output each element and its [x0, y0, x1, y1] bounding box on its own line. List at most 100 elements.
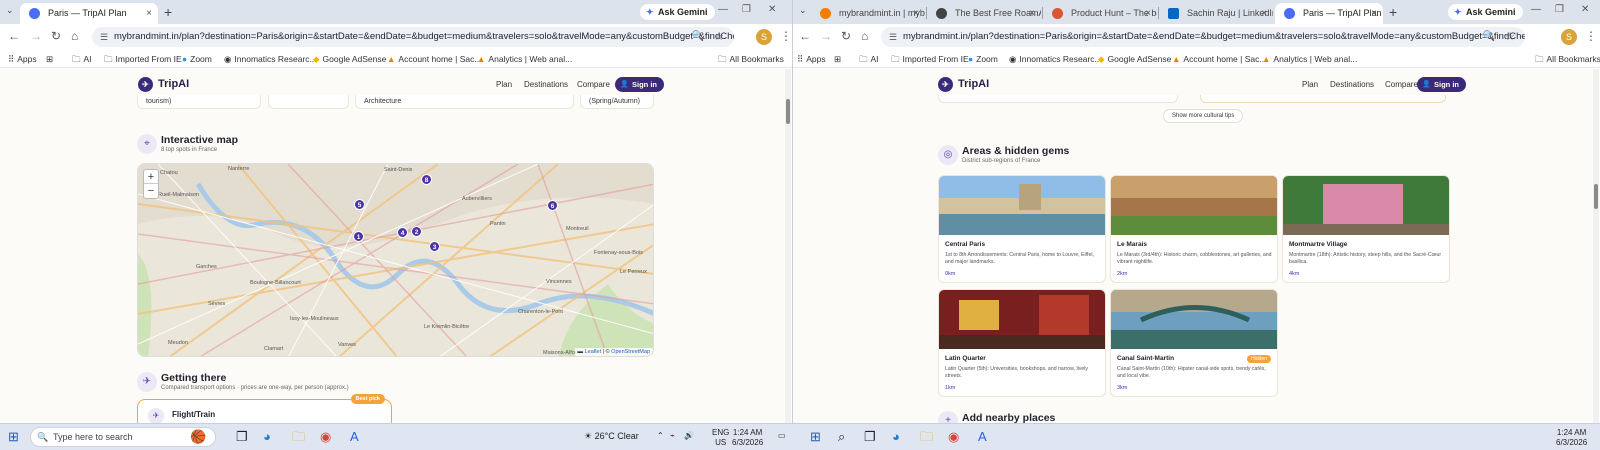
chrome-icon[interactable]: ◉: [948, 428, 959, 446]
file-explorer-icon[interactable]: 🗀: [920, 428, 933, 446]
task-view-icon[interactable]: ❐: [864, 428, 876, 446]
new-tab-button[interactable]: +: [1389, 3, 1397, 21]
area-card[interactable]: Hidden Canal Saint-Martin Canal Saint-Ma…: [1110, 289, 1278, 397]
nav-plan[interactable]: Plan: [1302, 80, 1318, 89]
area-card[interactable]: Montmartre Village Montmartre (18th): Ar…: [1282, 175, 1450, 283]
profile-avatar[interactable]: S: [1561, 29, 1577, 45]
interactive-map[interactable]: Nanterre Chatou Rueil-Malmaison Garches …: [137, 163, 654, 357]
tab-roamar[interactable]: The Best Free RoamAr ×: [927, 3, 1041, 24]
transport-card[interactable]: Best pick ✈ Flight/Train: [137, 394, 392, 423]
basketball-icon[interactable]: 🏀: [190, 428, 206, 446]
leaflet-link[interactable]: Leaflet: [585, 349, 602, 355]
bookmark-analytics[interactable]: ▲ Analytics | Web anal...: [477, 52, 572, 66]
page-scrollbar[interactable]: [1593, 69, 1599, 423]
tab-product-hunt[interactable]: Product Hunt – The be ×: [1043, 3, 1157, 24]
close-tab-icon[interactable]: ×: [1029, 3, 1035, 24]
bookmark-innomatics[interactable]: ◉ Innomatics Researc...: [1009, 52, 1102, 66]
close-tab-icon[interactable]: ×: [1261, 3, 1267, 24]
tray-chevron-icon[interactable]: ⌃: [657, 431, 664, 441]
browser-menu-button[interactable]: ⋮: [780, 29, 792, 43]
tab-mybrandmint[interactable]: mybrandmint.in | myb ×: [811, 3, 925, 24]
clock[interactable]: 1:24 AM 6/3/2026: [732, 428, 763, 448]
area-card[interactable]: Latin Quarter Latin Quarter (5th): Unive…: [938, 289, 1106, 397]
map-marker[interactable]: 2: [411, 226, 422, 237]
page-scrollbar[interactable]: [785, 69, 791, 423]
scrollbar-thumb[interactable]: [786, 99, 790, 124]
site-settings-icon[interactable]: ☰: [100, 27, 108, 47]
browser-menu-button[interactable]: ⋮: [1585, 29, 1597, 43]
zoom-icon[interactable]: 🔍: [1483, 27, 1495, 47]
tab-search-icon[interactable]: ⌄: [6, 5, 14, 16]
address-bar[interactable]: ☰ mybrandmint.in/plan?destination=Paris&…: [881, 27, 1525, 47]
nav-destinations[interactable]: Destinations: [1330, 80, 1374, 89]
restore-button[interactable]: ❐: [1555, 4, 1564, 15]
tab-tripai-plan[interactable]: Paris — TripAI Plan ×: [1275, 3, 1383, 24]
bookmark-ai[interactable]: 🗀 AI: [859, 52, 879, 66]
bookmark-analytics[interactable]: ▲ Analytics | Web anal...: [1262, 52, 1357, 66]
sign-in-button[interactable]: Sign in: [615, 77, 664, 92]
minimize-button[interactable]: —: [1531, 4, 1541, 15]
bookmarks-grid-icon[interactable]: ⊞: [834, 52, 841, 66]
close-tab-icon[interactable]: ×: [1371, 3, 1377, 24]
app-a-icon[interactable]: A: [978, 428, 987, 446]
bookmark-apps[interactable]: ⠿ Apps: [797, 52, 826, 66]
address-bar[interactable]: ☰ mybrandmint.in/plan?destination=Paris&…: [92, 27, 734, 47]
map-marker[interactable]: 1: [353, 231, 364, 242]
edge-icon[interactable]: ◕: [892, 428, 900, 446]
notification-icon[interactable]: ▭: [778, 431, 786, 441]
app-a-icon[interactable]: A: [350, 428, 359, 446]
area-card[interactable]: Le Marais Le Marais (3rd/4th): Historic …: [1110, 175, 1278, 283]
close-window-button[interactable]: ✕: [768, 4, 776, 15]
bookmark-zoom[interactable]: ● Zoom: [182, 52, 212, 66]
map-marker[interactable]: 4: [397, 227, 408, 238]
back-button[interactable]: ←: [8, 29, 20, 43]
map-marker[interactable]: 6: [547, 200, 558, 211]
map-marker[interactable]: 5: [354, 199, 365, 210]
bookmarks-grid-icon[interactable]: ⊞: [46, 52, 53, 66]
start-button[interactable]: ⊞: [8, 428, 19, 446]
reload-button[interactable]: ↻: [51, 29, 61, 43]
forward-button[interactable]: →: [30, 29, 42, 43]
taskbar-search[interactable]: Type here to search: [30, 427, 216, 447]
network-icon[interactable]: ⌁: [670, 431, 675, 441]
ask-gemini-button[interactable]: Ask Gemini: [640, 4, 715, 20]
bookmark-adsense[interactable]: ◆ Google AdSense: [313, 52, 386, 66]
bookmark-zoom[interactable]: ● Zoom: [968, 52, 998, 66]
scrollbar-thumb[interactable]: [1594, 184, 1598, 209]
minimize-button[interactable]: —: [718, 4, 728, 15]
zoom-in-button[interactable]: +: [144, 170, 158, 184]
close-window-button[interactable]: ✕: [1581, 4, 1589, 15]
tripai-logo[interactable]: ✈ TripAI: [938, 77, 989, 92]
task-view-icon[interactable]: ❐: [236, 428, 248, 446]
restore-button[interactable]: ❐: [742, 4, 751, 15]
file-explorer-icon[interactable]: 🗀: [292, 428, 305, 446]
profile-avatar[interactable]: S: [756, 29, 772, 45]
bookmark-account-home[interactable]: ▲ Account home | Sac...: [387, 52, 481, 66]
search-icon[interactable]: ⌕: [838, 428, 845, 446]
bookmark-imported[interactable]: 🗀 Imported From IE: [104, 52, 182, 66]
tab-tripai-plan[interactable]: Paris — TripAI Plan ×: [20, 3, 158, 24]
zoom-out-button[interactable]: −: [144, 184, 158, 198]
home-button[interactable]: ⌂: [71, 29, 78, 43]
close-tab-icon[interactable]: ×: [146, 3, 152, 24]
back-button[interactable]: ←: [799, 29, 811, 43]
volume-icon[interactable]: 🔊: [684, 431, 694, 441]
map-marker[interactable]: 8: [421, 174, 432, 185]
weather-widget[interactable]: ☀ 26°C Clear: [584, 431, 639, 441]
bookmark-star-icon[interactable]: ☆: [1505, 27, 1515, 47]
bookmark-apps[interactable]: ⠿ Apps: [8, 52, 37, 66]
ask-gemini-button[interactable]: Ask Gemini: [1448, 4, 1523, 20]
bookmark-imported[interactable]: 🗀 Imported From IE: [891, 52, 969, 66]
bookmark-star-icon[interactable]: ☆: [714, 27, 724, 47]
bookmark-innomatics[interactable]: ◉ Innomatics Researc...: [224, 52, 317, 66]
area-card[interactable]: Central Paris 1st to 8th Arrondissements…: [938, 175, 1106, 283]
new-tab-button[interactable]: +: [164, 3, 172, 21]
bookmark-ai[interactable]: 🗀 AI: [72, 52, 92, 66]
tab-search-icon[interactable]: ⌄: [799, 5, 807, 16]
map-marker[interactable]: 3: [429, 241, 440, 252]
all-bookmarks[interactable]: 🗀 All Bookmarks: [1535, 52, 1600, 66]
nav-plan[interactable]: Plan: [496, 80, 512, 89]
osm-link[interactable]: OpenStreetMap: [611, 349, 650, 355]
tab-linkedin[interactable]: Sachin Raju | LinkedIn ×: [1159, 3, 1273, 24]
chrome-icon[interactable]: ◉: [320, 428, 331, 446]
